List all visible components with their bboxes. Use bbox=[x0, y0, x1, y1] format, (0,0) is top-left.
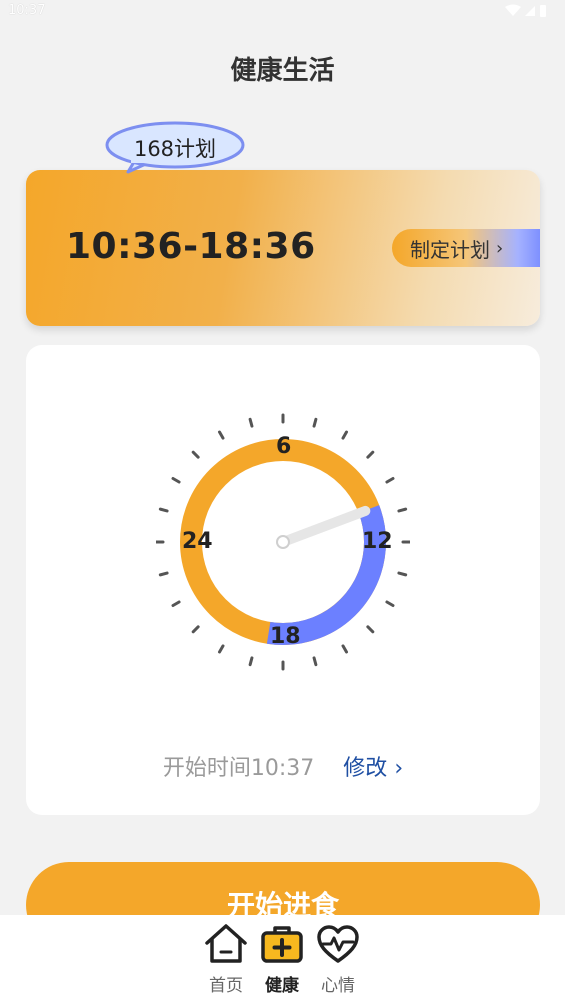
start-time-label: 开始时间 bbox=[162, 756, 251, 781]
clock-hand bbox=[278, 505, 371, 547]
clock-card: 6 12 18 24 开始时间10:37 修改 › bbox=[26, 345, 540, 815]
bottom-nav: 首页 健康 心情 bbox=[0, 915, 565, 1004]
plan-card: 10:36-18:36 制定计划 › bbox=[26, 170, 540, 326]
clock-tick bbox=[397, 507, 408, 513]
chevron-right-icon: › bbox=[496, 237, 504, 259]
wifi-icon bbox=[505, 4, 521, 16]
clock-center bbox=[276, 535, 290, 549]
clock-tick bbox=[158, 507, 169, 513]
clock-label-12: 12 bbox=[362, 529, 393, 554]
page-title: 健康生活 bbox=[230, 56, 335, 86]
clock-tick bbox=[312, 656, 318, 667]
clock-tick bbox=[397, 571, 408, 577]
start-time-row: 开始时间10:37 修改 › bbox=[26, 750, 540, 782]
nav-item-health[interactable]: 健康 bbox=[254, 923, 310, 996]
battery-icon bbox=[540, 5, 546, 17]
signal-icon bbox=[525, 6, 535, 16]
clock-tick bbox=[385, 600, 395, 607]
clock-tick bbox=[248, 417, 254, 428]
clock-tick bbox=[218, 644, 225, 654]
make-plan-label: 制定计划 bbox=[410, 237, 490, 262]
status-bar: 10:37 bbox=[0, 0, 565, 22]
clock-label-24: 24 bbox=[182, 529, 213, 554]
clock-tick bbox=[171, 600, 181, 607]
clock-tick bbox=[341, 430, 348, 440]
plan-time-range: 10:36-18:36 bbox=[66, 226, 316, 267]
modify-label: 修改 bbox=[343, 756, 388, 781]
make-plan-button[interactable]: 制定计划 › bbox=[392, 229, 540, 267]
start-time-value: 10:37 bbox=[250, 756, 315, 781]
clock-label-18: 18 bbox=[270, 624, 301, 649]
nav-label-home: 首页 bbox=[209, 976, 243, 996]
clock-tick bbox=[191, 450, 200, 459]
clock-tick bbox=[366, 450, 375, 459]
nav-item-home[interactable]: 首页 bbox=[198, 923, 254, 996]
clock-tick bbox=[385, 477, 395, 484]
heart-pulse-icon bbox=[317, 925, 359, 963]
clock-label-6: 6 bbox=[276, 434, 292, 459]
clock-tick bbox=[366, 625, 375, 634]
status-time: 10:37 bbox=[8, 3, 46, 18]
clock-tick bbox=[218, 430, 225, 440]
clock-tick bbox=[312, 417, 318, 428]
modify-button[interactable]: 修改 › bbox=[343, 756, 403, 781]
nav-label-mood: 心情 bbox=[321, 976, 355, 996]
chevron-right-icon: › bbox=[394, 756, 404, 781]
medical-kit-icon bbox=[261, 926, 303, 963]
plan-badge-label: 168计划 bbox=[133, 137, 217, 161]
status-icons bbox=[505, 4, 546, 17]
nav-item-mood[interactable]: 心情 bbox=[310, 923, 366, 996]
clock-tick bbox=[158, 571, 169, 577]
clock-tick bbox=[171, 477, 181, 484]
nav-label-health: 健康 bbox=[265, 976, 299, 996]
home-icon bbox=[205, 924, 247, 963]
clock-tick bbox=[341, 644, 348, 654]
clock-tick bbox=[248, 656, 254, 667]
clock-tick bbox=[191, 625, 200, 634]
